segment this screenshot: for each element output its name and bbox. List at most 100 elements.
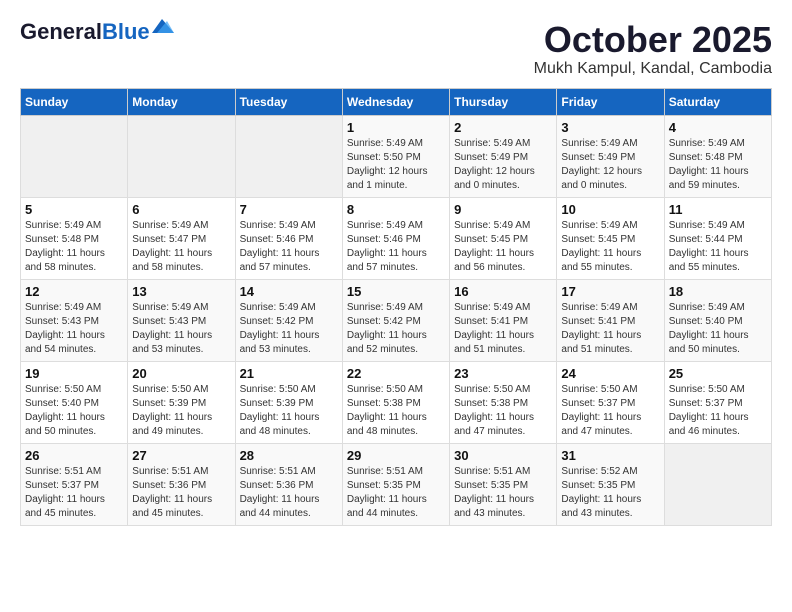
day-number: 31 [561, 448, 659, 463]
day-number: 14 [240, 284, 338, 299]
day-number: 1 [347, 120, 445, 135]
day-info: Sunrise: 5:49 AMSunset: 5:42 PMDaylight:… [240, 301, 338, 357]
day-number: 7 [240, 202, 338, 217]
calendar-day-cell: 11 Sunrise: 5:49 AMSunset: 5:44 PMDayligh… [664, 197, 771, 279]
calendar-day-cell: 5 Sunrise: 5:49 AMSunset: 5:48 PMDaylight… [21, 197, 128, 279]
day-number: 13 [132, 284, 230, 299]
weekday-header: Sunday [21, 88, 128, 115]
day-number: 3 [561, 120, 659, 135]
calendar-day-cell: 29Sunrise: 5:51 AMSunset: 5:35 PMDayligh… [342, 443, 449, 525]
calendar-day-cell: 18 Sunrise: 5:49 AMSunset: 5:40 PMDayligh… [664, 279, 771, 361]
weekday-header: Friday [557, 88, 664, 115]
logo-general: General [20, 19, 102, 44]
page-header: GeneralBlue October 2025 Mukh Kampul, Ka… [20, 20, 772, 78]
day-number: 26 [25, 448, 123, 463]
calendar-week-row: 26 Sunrise: 5:51 AMSunset: 5:37 PMDayligh… [21, 443, 772, 525]
calendar-day-cell [21, 115, 128, 197]
day-info: Sunrise: 5:52 AMSunset: 5:35 PMDaylight:… [561, 465, 659, 521]
day-info: Sunrise: 5:49 AMSunset: 5:43 PMDaylight:… [132, 301, 230, 357]
calendar-table: SundayMondayTuesdayWednesdayThursdayFrid… [20, 88, 772, 526]
location-subtitle: Mukh Kampul, Kandal, Cambodia [534, 60, 772, 78]
weekday-header: Monday [128, 88, 235, 115]
calendar-day-cell: 6 Sunrise: 5:49 AMSunset: 5:47 PMDaylight… [128, 197, 235, 279]
day-info: Sunrise: 5:51 AMSunset: 5:36 PMDaylight:… [240, 465, 338, 521]
weekday-header: Tuesday [235, 88, 342, 115]
logo-text: GeneralBlue [20, 20, 150, 44]
day-number: 6 [132, 202, 230, 217]
day-number: 23 [454, 366, 552, 381]
day-info: Sunrise: 5:49 AMSunset: 5:49 PMDaylight:… [561, 137, 659, 193]
day-number: 28 [240, 448, 338, 463]
day-number: 25 [669, 366, 767, 381]
day-number: 29 [347, 448, 445, 463]
calendar-day-cell: 26 Sunrise: 5:51 AMSunset: 5:37 PMDayligh… [21, 443, 128, 525]
day-number: 8 [347, 202, 445, 217]
day-number: 24 [561, 366, 659, 381]
day-number: 19 [25, 366, 123, 381]
day-info: Sunrise: 5:49 AMSunset: 5:46 PMDaylight:… [347, 219, 445, 275]
logo-blue: Blue [102, 19, 150, 44]
logo-icon [152, 19, 174, 35]
calendar-day-cell: 7 Sunrise: 5:49 AMSunset: 5:46 PMDaylight… [235, 197, 342, 279]
calendar-day-cell: 27 Sunrise: 5:51 AMSunset: 5:36 PMDayligh… [128, 443, 235, 525]
day-number: 2 [454, 120, 552, 135]
calendar-week-row: 12Sunrise: 5:49 AMSunset: 5:43 PMDayligh… [21, 279, 772, 361]
calendar-day-cell: 3 Sunrise: 5:49 AMSunset: 5:49 PMDaylight… [557, 115, 664, 197]
day-number: 18 [669, 284, 767, 299]
calendar-day-cell: 25 Sunrise: 5:50 AMSunset: 5:37 PMDayligh… [664, 361, 771, 443]
calendar-day-cell: 24 Sunrise: 5:50 AMSunset: 5:37 PMDayligh… [557, 361, 664, 443]
day-number: 21 [240, 366, 338, 381]
calendar-day-cell: 12Sunrise: 5:49 AMSunset: 5:43 PMDayligh… [21, 279, 128, 361]
day-info: Sunrise: 5:50 AMSunset: 5:38 PMDaylight:… [454, 383, 552, 439]
day-number: 11 [669, 202, 767, 217]
day-info: Sunrise: 5:49 AMSunset: 5:49 PMDaylight:… [454, 137, 552, 193]
day-info: Sunrise: 5:50 AMSunset: 5:37 PMDaylight:… [561, 383, 659, 439]
calendar-day-cell: 28 Sunrise: 5:51 AMSunset: 5:36 PMDayligh… [235, 443, 342, 525]
day-info: Sunrise: 5:51 AMSunset: 5:36 PMDaylight:… [132, 465, 230, 521]
calendar-day-cell: 2 Sunrise: 5:49 AMSunset: 5:49 PMDaylight… [450, 115, 557, 197]
day-info: Sunrise: 5:50 AMSunset: 5:39 PMDaylight:… [132, 383, 230, 439]
day-number: 15 [347, 284, 445, 299]
calendar-day-cell: 31 Sunrise: 5:52 AMSunset: 5:35 PMDayligh… [557, 443, 664, 525]
day-info: Sunrise: 5:50 AMSunset: 5:40 PMDaylight:… [25, 383, 123, 439]
day-info: Sunrise: 5:49 AMSunset: 5:45 PMDaylight:… [561, 219, 659, 275]
day-info: Sunrise: 5:50 AMSunset: 5:38 PMDaylight:… [347, 383, 445, 439]
calendar-day-cell: 19 Sunrise: 5:50 AMSunset: 5:40 PMDayligh… [21, 361, 128, 443]
calendar-day-cell: 22 Sunrise: 5:50 AMSunset: 5:38 PMDayligh… [342, 361, 449, 443]
calendar-day-cell: 30 Sunrise: 5:51 AMSunset: 5:35 PMDayligh… [450, 443, 557, 525]
calendar-week-row: 5 Sunrise: 5:49 AMSunset: 5:48 PMDaylight… [21, 197, 772, 279]
day-number: 22 [347, 366, 445, 381]
day-info: Sunrise: 5:49 AMSunset: 5:43 PMDaylight:… [25, 301, 123, 357]
day-info: Sunrise: 5:49 AMSunset: 5:44 PMDaylight:… [669, 219, 767, 275]
day-number: 5 [25, 202, 123, 217]
day-number: 10 [561, 202, 659, 217]
calendar-day-cell [664, 443, 771, 525]
month-title: October 2025 [534, 20, 772, 60]
day-number: 4 [669, 120, 767, 135]
day-info: Sunrise: 5:50 AMSunset: 5:37 PMDaylight:… [669, 383, 767, 439]
calendar-day-cell [235, 115, 342, 197]
calendar-day-cell: 15 Sunrise: 5:49 AMSunset: 5:42 PMDayligh… [342, 279, 449, 361]
title-block: October 2025 Mukh Kampul, Kandal, Cambod… [534, 20, 772, 78]
day-info: Sunrise: 5:49 AMSunset: 5:47 PMDaylight:… [132, 219, 230, 275]
day-number: 27 [132, 448, 230, 463]
calendar-day-cell: 8 Sunrise: 5:49 AMSunset: 5:46 PMDaylight… [342, 197, 449, 279]
calendar-day-cell: 21Sunrise: 5:50 AMSunset: 5:39 PMDayligh… [235, 361, 342, 443]
calendar-day-cell: 9 Sunrise: 5:49 AMSunset: 5:45 PMDaylight… [450, 197, 557, 279]
day-info: Sunrise: 5:51 AMSunset: 5:37 PMDaylight:… [25, 465, 123, 521]
day-info: Sunrise: 5:49 AMSunset: 5:48 PMDaylight:… [25, 219, 123, 275]
day-info: Sunrise: 5:49 AMSunset: 5:40 PMDaylight:… [669, 301, 767, 357]
logo: GeneralBlue [20, 20, 174, 44]
day-info: Sunrise: 5:49 AMSunset: 5:42 PMDaylight:… [347, 301, 445, 357]
day-info: Sunrise: 5:49 AMSunset: 5:46 PMDaylight:… [240, 219, 338, 275]
day-number: 16 [454, 284, 552, 299]
day-info: Sunrise: 5:49 AMSunset: 5:41 PMDaylight:… [561, 301, 659, 357]
day-number: 20 [132, 366, 230, 381]
calendar-day-cell: 16Sunrise: 5:49 AMSunset: 5:41 PMDayligh… [450, 279, 557, 361]
day-info: Sunrise: 5:49 AMSunset: 5:45 PMDaylight:… [454, 219, 552, 275]
day-number: 9 [454, 202, 552, 217]
day-number: 30 [454, 448, 552, 463]
day-info: Sunrise: 5:51 AMSunset: 5:35 PMDaylight:… [454, 465, 552, 521]
day-info: Sunrise: 5:49 AMSunset: 5:48 PMDaylight:… [669, 137, 767, 193]
calendar-day-cell: 23 Sunrise: 5:50 AMSunset: 5:38 PMDayligh… [450, 361, 557, 443]
